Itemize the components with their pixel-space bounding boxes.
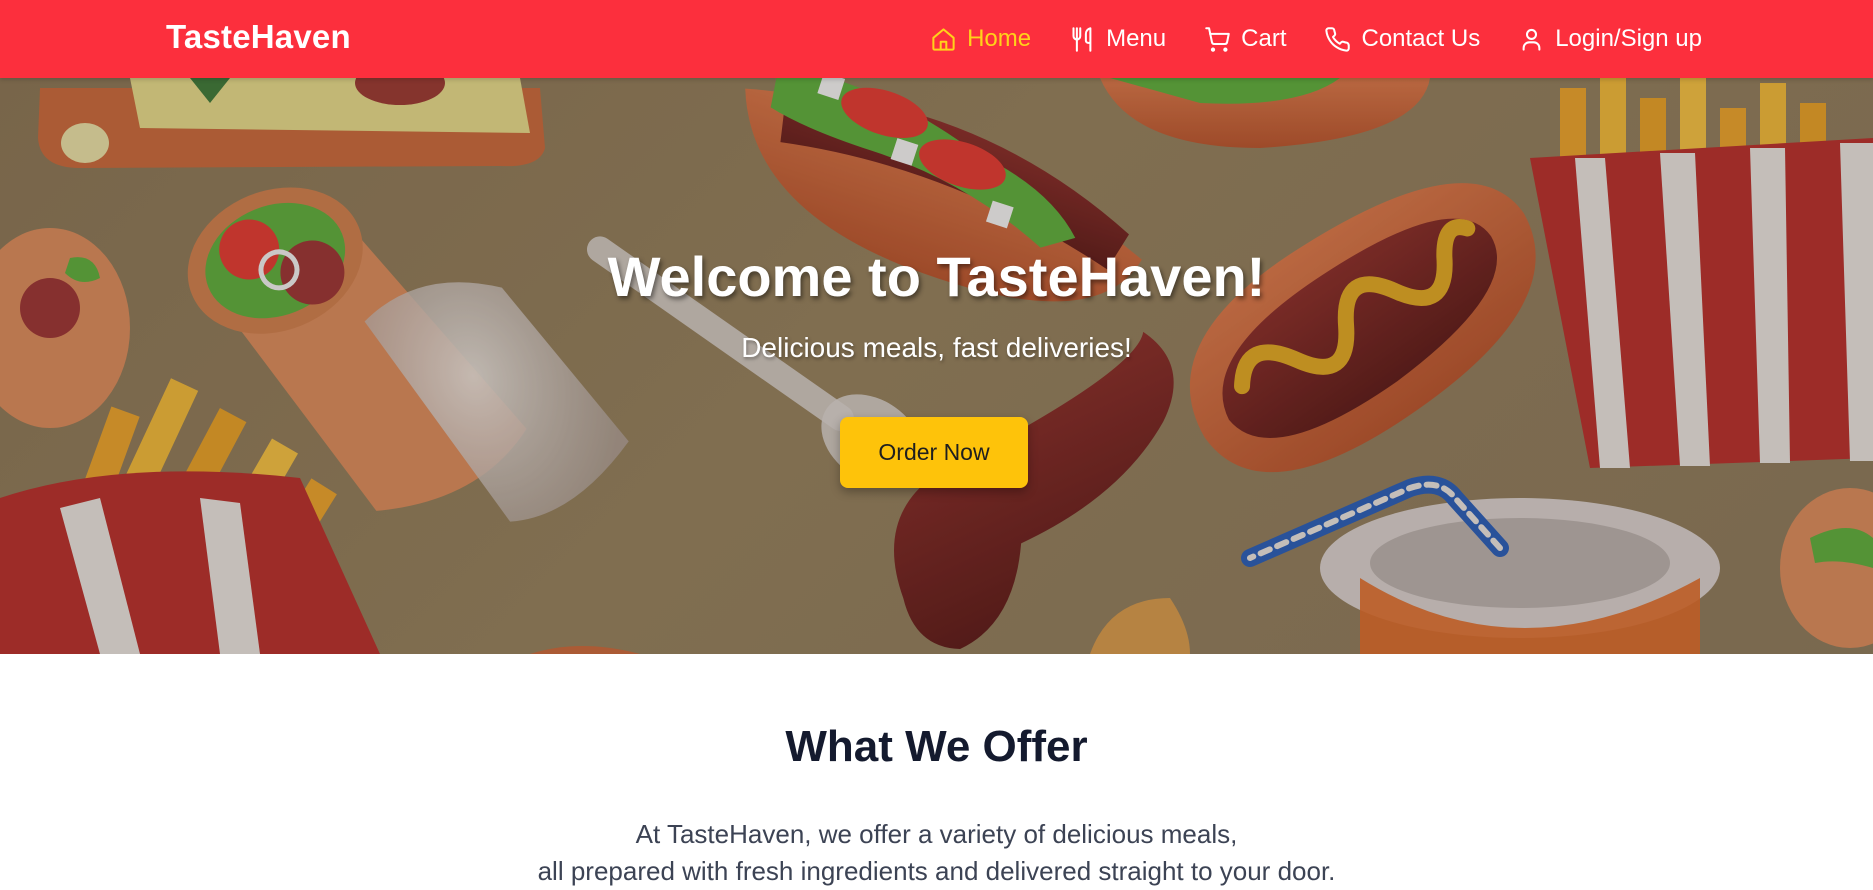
home-icon (932, 27, 955, 51)
order-now-button[interactable]: Order Now (840, 417, 1028, 488)
utensils-icon (1072, 26, 1092, 52)
nav-links: Home Menu Cart Contact Us Login/Sign up (930, 0, 1702, 78)
nav-menu[interactable]: Menu (1069, 25, 1166, 53)
brand-logo[interactable]: TasteHaven (166, 18, 351, 56)
offer-line-1: At TasteHaven, we offer a variety of del… (635, 819, 1238, 849)
nav-login[interactable]: Login/Sign up (1518, 25, 1702, 53)
top-navbar: TasteHaven Home Menu Cart Contact Us Log… (0, 0, 1873, 78)
nav-contact-label: Contact Us (1361, 25, 1481, 52)
nav-contact[interactable]: Contact Us (1324, 25, 1480, 53)
nav-login-label: Login/Sign up (1555, 25, 1702, 52)
user-icon (1522, 28, 1541, 51)
cart-icon (1205, 26, 1230, 52)
nav-home[interactable]: Home (930, 25, 1031, 53)
offer-title: What We Offer (785, 722, 1088, 771)
hero-overlay (0, 78, 1873, 654)
nav-cart-label: Cart (1241, 25, 1287, 52)
hero-subtitle: Delicious meals, fast deliveries! (741, 332, 1132, 363)
hero-banner: Welcome to TasteHaven! Delicious meals, … (0, 78, 1873, 654)
hero-title: Welcome to TasteHaven! (607, 245, 1266, 308)
phone-icon (1325, 26, 1351, 52)
offer-description: At TasteHaven, we offer a variety of del… (0, 816, 1873, 890)
nav-home-label: Home (967, 25, 1032, 52)
nav-cart[interactable]: Cart (1204, 25, 1286, 53)
offer-line-2: all prepared with fresh ingredients and … (537, 856, 1336, 886)
nav-menu-label: Menu (1106, 25, 1167, 52)
